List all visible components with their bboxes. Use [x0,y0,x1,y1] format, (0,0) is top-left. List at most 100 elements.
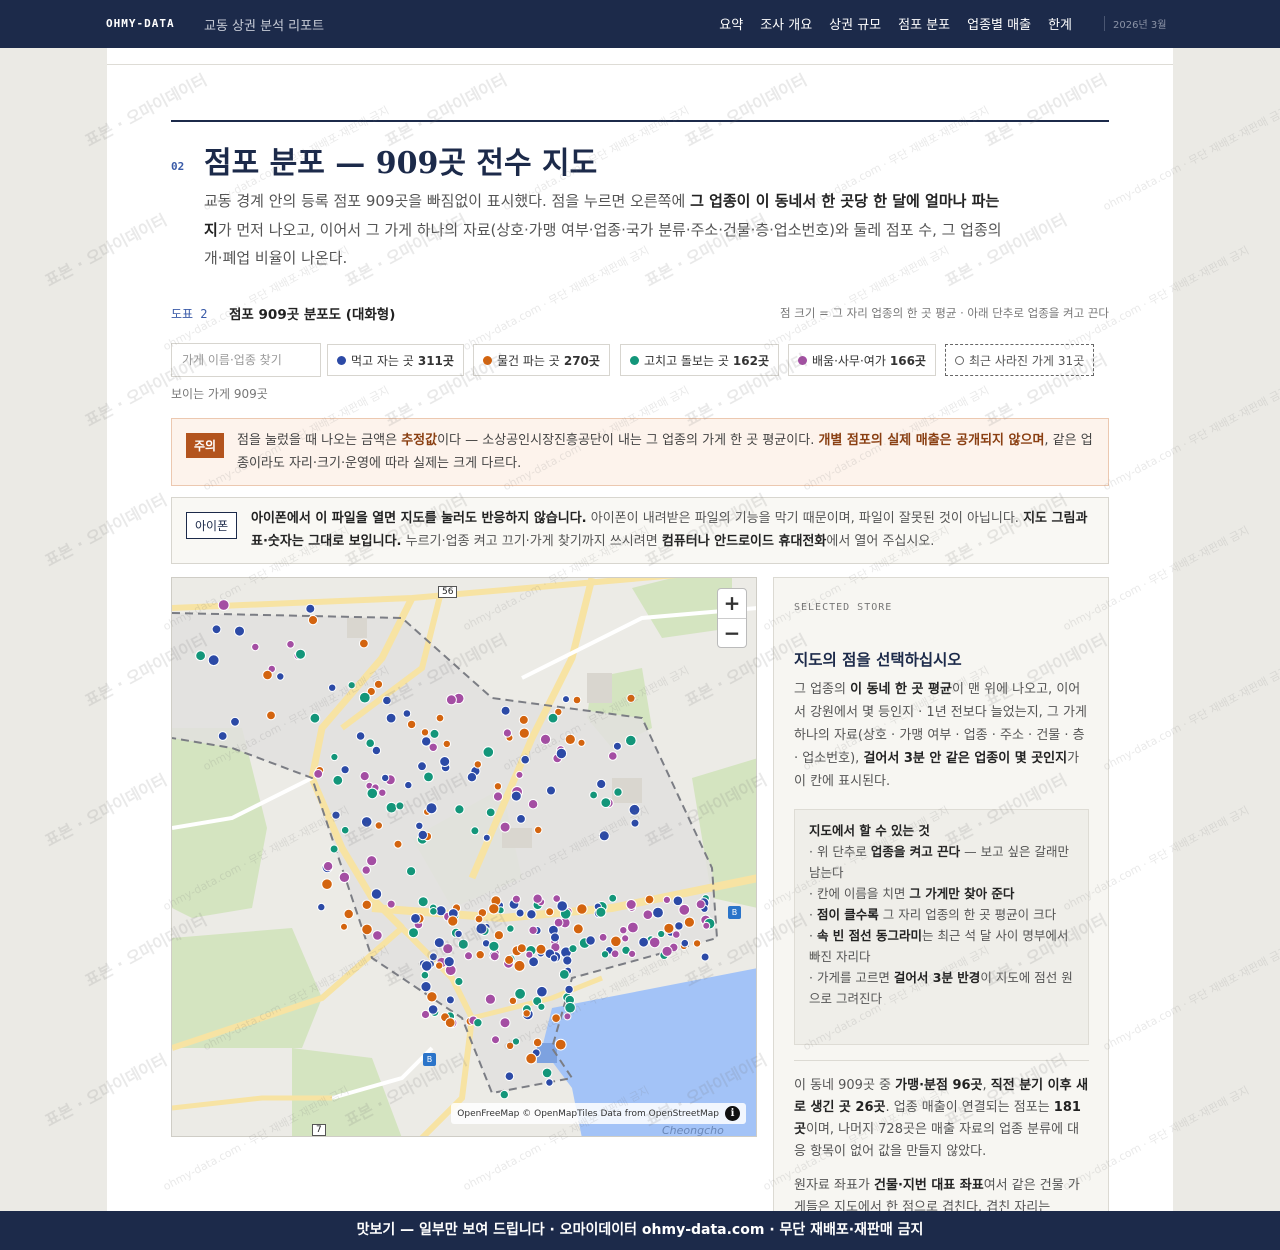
store-dot[interactable] [537,1002,546,1011]
store-dot[interactable] [361,923,373,936]
store-dot[interactable] [435,713,445,723]
store-dot[interactable] [195,650,207,662]
store-dot[interactable] [444,1017,456,1029]
store-dot[interactable] [547,712,559,724]
store-dot[interactable] [499,1089,509,1100]
store-dot[interactable] [211,624,222,635]
store-dot[interactable] [425,802,438,815]
store-dot[interactable] [473,1018,483,1028]
store-dot[interactable] [429,907,438,916]
store-dot[interactable] [361,899,373,910]
store-dot[interactable] [514,987,527,1000]
store-dot[interactable] [417,761,427,772]
store-dot[interactable] [445,995,455,1005]
store-dot[interactable] [331,810,341,820]
store-dot[interactable] [374,821,384,830]
store-dot[interactable] [266,710,276,721]
store-dot[interactable] [454,804,465,815]
store-dot[interactable] [534,825,543,835]
store-dot[interactable] [518,714,529,725]
filter-education-office-button[interactable]: 배움·사무·여가 166곳 [788,344,936,376]
store-dot[interactable] [338,871,351,883]
store-dot[interactable] [628,949,637,958]
store-dot[interactable] [230,716,240,727]
store-dot[interactable] [340,825,350,835]
store-dot[interactable] [554,1038,567,1051]
store-dot[interactable] [262,669,273,681]
store-dot[interactable] [553,917,564,928]
store-dot[interactable] [347,681,356,690]
store-dot[interactable] [330,752,339,762]
store-dot[interactable] [510,790,522,802]
store-dot[interactable] [506,924,515,933]
store-dot[interactable] [343,908,354,920]
store-dot[interactable] [576,903,588,915]
store-dot[interactable] [328,683,337,692]
store-dot[interactable] [421,736,432,747]
store-dot[interactable] [695,899,706,910]
store-dot[interactable] [608,893,618,903]
store-dot[interactable] [680,938,690,948]
store-dot[interactable] [420,960,433,972]
store-dot[interactable] [513,959,526,972]
store-dot[interactable] [332,774,344,786]
store-dot[interactable] [309,712,321,724]
store-dot[interactable] [386,899,396,909]
store-dot[interactable] [492,791,504,802]
zoom-in-button[interactable]: + [718,589,746,619]
store-dot[interactable] [427,1004,439,1015]
store-dot[interactable] [488,940,500,952]
store-dot[interactable] [585,935,596,946]
store-dot[interactable] [532,1037,543,1048]
store-dot[interactable] [532,893,543,904]
store-dot[interactable] [536,985,548,998]
store-dot[interactable] [563,1012,572,1021]
store-dot[interactable] [371,745,382,756]
store-dot[interactable] [307,615,319,626]
store-dot[interactable] [435,961,444,970]
store-dot[interactable] [417,829,429,841]
store-dot[interactable] [442,943,454,955]
store-dot[interactable] [541,1067,553,1079]
store-dot[interactable] [568,944,578,954]
store-dot[interactable] [429,728,440,739]
store-dot[interactable] [475,950,485,960]
store-dot[interactable] [608,751,618,761]
store-dot[interactable] [527,799,539,810]
store-dot[interactable] [504,954,515,965]
nav-link-overview[interactable]: 조사 개요 [760,14,812,33]
store-dot[interactable] [644,894,655,905]
store-dot[interactable] [525,1052,537,1065]
store-dot[interactable] [482,833,491,842]
store-dot[interactable] [493,782,503,791]
store-dot[interactable] [545,907,555,917]
store-dot[interactable] [359,638,369,649]
store-dot[interactable] [406,866,417,877]
store-dot[interactable] [702,921,711,930]
store-dot[interactable] [433,937,445,949]
store-dot[interactable] [426,991,438,1003]
store-dot[interactable] [321,878,333,891]
store-dot[interactable] [473,760,482,769]
store-dot[interactable] [402,709,412,718]
store-dot[interactable] [598,830,610,842]
store-dot[interactable] [627,921,639,934]
store-dot[interactable] [445,694,457,706]
store-dot[interactable] [525,950,534,959]
store-dot[interactable] [558,969,570,980]
store-dot[interactable] [535,943,547,955]
store-dot[interactable] [572,695,582,705]
store-dot[interactable] [626,693,636,703]
info-icon[interactable]: i [725,1106,740,1121]
store-dot[interactable] [662,895,671,904]
store-dot[interactable] [552,894,562,903]
store-dot[interactable] [395,801,405,811]
store-dot[interactable] [661,945,673,957]
store-dot[interactable] [420,970,430,980]
store-dot[interactable] [619,926,628,935]
store-dot[interactable] [508,996,518,1005]
nav-link-distribution[interactable]: 점포 분포 [898,14,950,33]
nav-link-sales[interactable]: 업종별 매출 [967,14,1031,33]
store-dot[interactable] [429,952,438,962]
store-dot[interactable] [600,797,612,809]
